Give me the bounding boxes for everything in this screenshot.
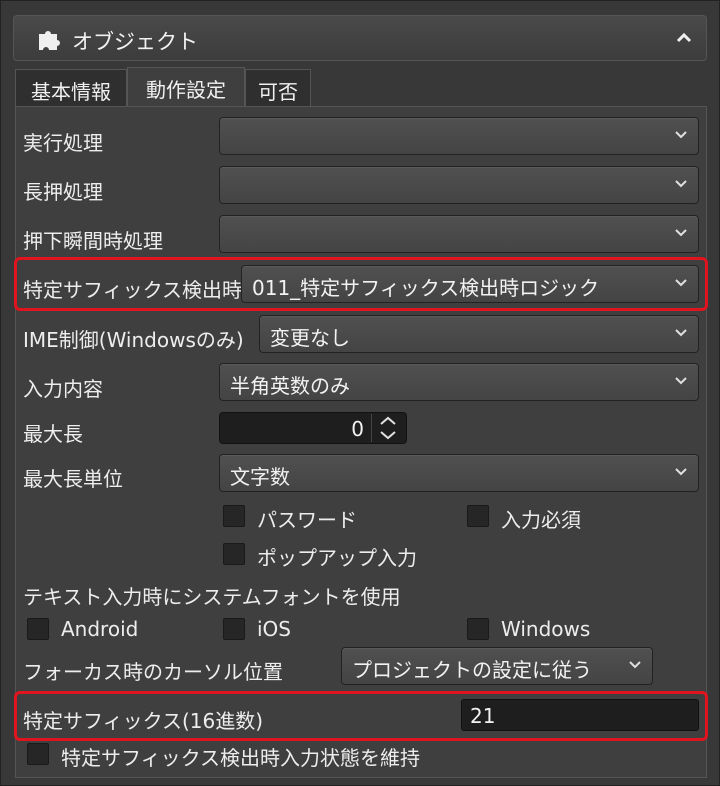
popup-checkbox[interactable] (223, 543, 245, 565)
ime-label: IME制御(Windowsのみ) (23, 328, 244, 352)
pressdown-dropdown[interactable] (219, 215, 699, 253)
chevron-down-icon (675, 131, 687, 139)
chevron-down-icon (675, 279, 687, 287)
chevron-down-icon (629, 661, 641, 669)
windows-label: Windows (501, 617, 591, 641)
maxlen-stepper[interactable]: 0 (219, 412, 407, 444)
required-checkbox[interactable] (467, 505, 489, 527)
chevron-down-icon (675, 329, 687, 337)
chevron-down-icon (675, 180, 687, 188)
popup-label: ポップアップ入力 (257, 546, 417, 570)
suffix-detect-label: 特定サフィックス検出時 (23, 278, 242, 302)
puzzle-icon (39, 31, 60, 50)
ime-dropdown[interactable]: 変更なし (259, 315, 699, 353)
password-label: パスワード (257, 508, 357, 532)
ios-label: iOS (257, 617, 291, 641)
chevron-up-icon[interactable] (674, 28, 694, 48)
keep-state-label: 特定サフィックス検出時入力状態を維持 (61, 746, 420, 770)
android-label: Android (61, 617, 139, 641)
object-section-header[interactable]: オブジェクト (13, 15, 707, 61)
cursor-position-dropdown[interactable]: プロジェクトの設定に従う (341, 647, 653, 685)
suffix-hex-input[interactable]: 21 (461, 699, 699, 731)
section-title: オブジェクト (72, 30, 198, 54)
windows-checkbox[interactable] (467, 618, 489, 640)
ios-checkbox[interactable] (223, 618, 245, 640)
password-checkbox[interactable] (223, 505, 245, 527)
tab-availability[interactable]: 可否 (245, 69, 311, 106)
exec-dropdown[interactable] (219, 117, 699, 155)
tab-basic-info[interactable]: 基本情報 (15, 69, 127, 106)
longpress-label: 長押処理 (23, 180, 103, 204)
exec-label: 実行処理 (23, 131, 103, 155)
input-content-label: 入力内容 (23, 377, 103, 401)
suffix-detect-dropdown[interactable]: 011_特定サフィックス検出時ロジック (241, 265, 699, 303)
system-font-label: テキスト入力時にシステムフォントを使用 (23, 585, 401, 609)
maxlen-unit-label: 最大長単位 (23, 467, 123, 491)
chevron-down-icon (675, 468, 687, 476)
pressdown-label: 押下瞬間時処理 (23, 229, 163, 253)
tab-behavior-settings[interactable]: 動作設定 (127, 67, 245, 106)
inspector-window: オブジェクト 基本情報 動作設定 可否 実行処理 長押処理 押下瞬間時処理 特定… (0, 0, 720, 786)
keep-state-checkbox[interactable] (27, 743, 49, 765)
android-checkbox[interactable] (27, 618, 49, 640)
chevron-down-icon (675, 377, 687, 385)
maxlen-label: 最大長 (23, 422, 83, 446)
suffix-hex-label: 特定サフィックス(16進数) (23, 709, 264, 733)
input-content-dropdown[interactable]: 半角英数のみ (219, 363, 699, 401)
maxlen-unit-dropdown[interactable]: 文字数 (219, 454, 699, 492)
cursor-position-label: フォーカス時のカーソル位置 (23, 660, 283, 684)
spinner-arrows-icon[interactable] (371, 414, 404, 442)
chevron-down-icon (675, 229, 687, 237)
longpress-dropdown[interactable] (219, 166, 699, 204)
required-label: 入力必須 (501, 508, 581, 532)
